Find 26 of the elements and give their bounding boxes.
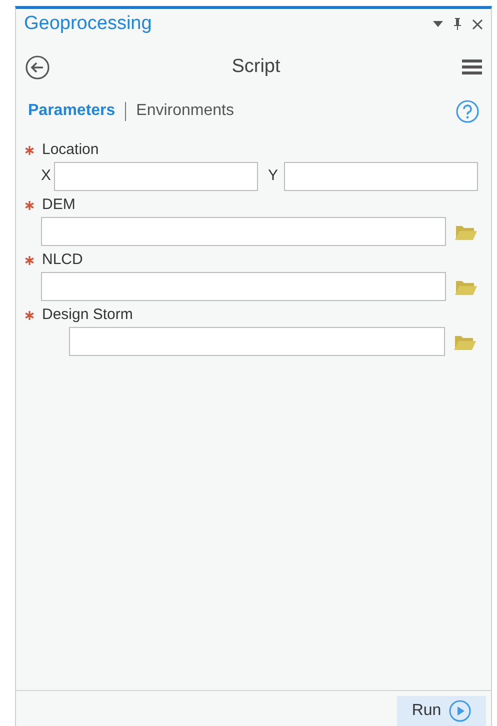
- folder-icon[interactable]: [454, 334, 476, 350]
- parameter-label: NLCD: [42, 250, 83, 270]
- pin-icon[interactable]: [453, 18, 462, 30]
- tab[interactable]: Parameters: [28, 99, 116, 123]
- run-button[interactable]: Run: [397, 696, 486, 726]
- input-field[interactable]: [41, 272, 446, 301]
- input-field[interactable]: [69, 327, 445, 356]
- back-icon[interactable]: [25, 54, 50, 80]
- parameter-label: Design Storm: [42, 304, 133, 325]
- input-field[interactable]: [54, 162, 258, 191]
- parameter-label: DEM: [42, 194, 76, 215]
- input-field[interactable]: [284, 162, 478, 191]
- x-label: X: [41, 166, 52, 186]
- close-icon[interactable]: [472, 18, 483, 30]
- play-icon: [449, 700, 472, 722]
- folder-icon[interactable]: [455, 278, 477, 294]
- pane-title: Geoprocessing: [24, 12, 152, 36]
- input-field[interactable]: [41, 217, 446, 246]
- parameter-label: Location: [42, 140, 99, 160]
- help-icon[interactable]: [456, 100, 479, 122]
- menu-icon[interactable]: [462, 59, 482, 75]
- tool-title: Script: [230, 54, 282, 79]
- tab[interactable]: Environments: [136, 99, 234, 123]
- dropdown-icon[interactable]: [433, 21, 443, 27]
- folder-icon[interactable]: [455, 224, 477, 240]
- y-label: Y: [268, 166, 278, 186]
